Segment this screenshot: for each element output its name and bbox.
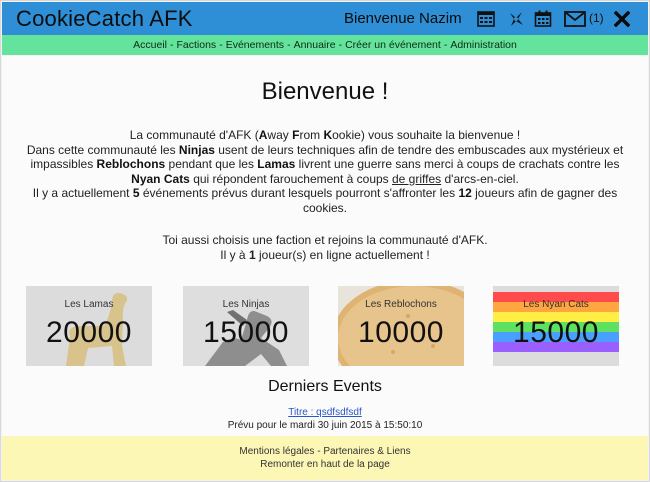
intro-paragraph: La communauté d'AFK (Away From Kookie) v… [0, 128, 650, 215]
nav-separator: - [443, 39, 448, 51]
message-count[interactable]: (1) [589, 11, 604, 25]
faction-card-nyan-cats[interactable]: Les Nyan Cats 15000 [493, 286, 619, 366]
faction-card-reblochons[interactable]: Les Reblochons 10000 [338, 286, 464, 366]
text: d'arcs-en-ciel. [441, 171, 519, 186]
acronym-letter: K [323, 128, 333, 142]
mail-icon[interactable] [563, 9, 587, 29]
faction-name: Les Nyan Cats [523, 299, 589, 310]
faction-card-lamas[interactable]: Les Lamas 20000 [26, 286, 152, 366]
calendar-icon[interactable] [532, 9, 554, 29]
calendar-grid-icon[interactable] [475, 9, 497, 29]
page-title: Bienvenue ! [261, 78, 389, 105]
faction-ninjas-text: Ninjas [178, 142, 215, 157]
text: joueur(s) en ligne actuellement ! [255, 248, 430, 262]
faction-card-ninjas[interactable]: Les Ninjas 15000 [183, 286, 309, 366]
nav-separator: - [170, 39, 174, 51]
nav-separator: - [287, 39, 291, 51]
event-title-link[interactable]: Titre : qsdfsdfsdf [0, 407, 650, 418]
text: Dans cette communauté les [26, 142, 179, 157]
event-date: Prévu pour le mardi 30 juin 2015 à 15:50… [227, 420, 423, 431]
events-count: 5 [132, 186, 140, 200]
online-count: 1 [248, 248, 256, 262]
text: rom [299, 128, 324, 142]
join-line-2: Il y à 1 joueur(s) en ligne actuellement… [0, 248, 650, 263]
nav-item-accueil[interactable]: Accueil [133, 39, 167, 51]
intro-line-3: impassibles Reblochons pendant que les L… [0, 157, 650, 172]
faction-count: 20000 [46, 316, 132, 349]
welcome-text: Bienvenue Nazim [344, 10, 462, 27]
main-nav: Accueil - Factions - Evénements - Annuaire - Cré… [2, 35, 648, 55]
text: joueurs afin de gagner des [471, 186, 618, 200]
ninja-icon[interactable] [505, 9, 527, 29]
footer-links[interactable]: Mentions légales - Partenaires & Liens [2, 445, 648, 458]
intro-line-5: Il y a actuellement 5 événements prévus … [0, 186, 650, 201]
nav-item-administration[interactable]: Administration [450, 39, 517, 51]
intro-line-4: Nyan Cats qui répondent farouchement à c… [0, 172, 650, 187]
players-count: 12 [458, 186, 472, 200]
text: ookie) vous souhaite la bienvenue ! [332, 128, 521, 142]
intro-line-2: Dans cette communauté les Ninjas usent d… [0, 143, 650, 158]
text: La communauté d'AFK ( [129, 128, 259, 142]
faction-name: Les Ninjas [222, 299, 270, 310]
join-paragraph: Toi aussi choisis une faction et rejoins… [0, 233, 650, 263]
faction-count: 15000 [513, 316, 599, 349]
nav-separator: - [338, 39, 343, 51]
text: qui répondent farouchement à coups [189, 171, 392, 186]
faction-count: 10000 [358, 316, 444, 349]
text: way [267, 128, 293, 142]
faction-nyan-cats-text: Nyan Cats [131, 171, 190, 186]
footer: Mentions légales - Partenaires & Liens R… [2, 436, 648, 480]
join-line-1: Toi aussi choisis une faction et rejoins… [162, 233, 488, 247]
intro-line-1: La communauté d'AFK (Away From Kookie) v… [0, 128, 650, 143]
text: de griffes [392, 171, 442, 186]
faction-name: Les Lamas [64, 299, 114, 310]
text: livrent une guerre sans merci à coups de… [295, 157, 620, 171]
nav-item-creer-evenement[interactable]: Créer un événement [345, 39, 441, 51]
app-title[interactable]: CookieCatch AFK [16, 6, 193, 32]
close-icon[interactable] [611, 9, 633, 29]
nav-item-evenements[interactable]: Evénements [226, 39, 284, 51]
nav-item-annuaire[interactable]: Annuaire [294, 39, 336, 51]
nav-item-factions[interactable]: Factions [177, 39, 217, 51]
text: pendant que les [165, 157, 258, 171]
text: Il y à [220, 248, 249, 262]
text: événements prévus durant lesquels pourro… [139, 186, 459, 200]
faction-lamas-text: Lamas [257, 157, 296, 171]
text: impassibles [30, 157, 97, 171]
back-to-top-link[interactable]: Remonter en haut de la page [2, 458, 648, 471]
nav-separator: - [219, 39, 223, 51]
faction-name: Les Reblochons [365, 299, 437, 310]
faction-reblochons-text: Reblochons [96, 157, 166, 171]
text: usent de leurs techniques afin de tendre… [214, 142, 624, 157]
top-header: CookieCatch AFK Bienvenue Nazim (1) [2, 2, 648, 35]
intro-line-6: cookies. [302, 200, 348, 215]
faction-count: 15000 [203, 316, 289, 349]
text: Il y a actuellement [32, 186, 133, 200]
events-title: Derniers Events [268, 378, 382, 395]
